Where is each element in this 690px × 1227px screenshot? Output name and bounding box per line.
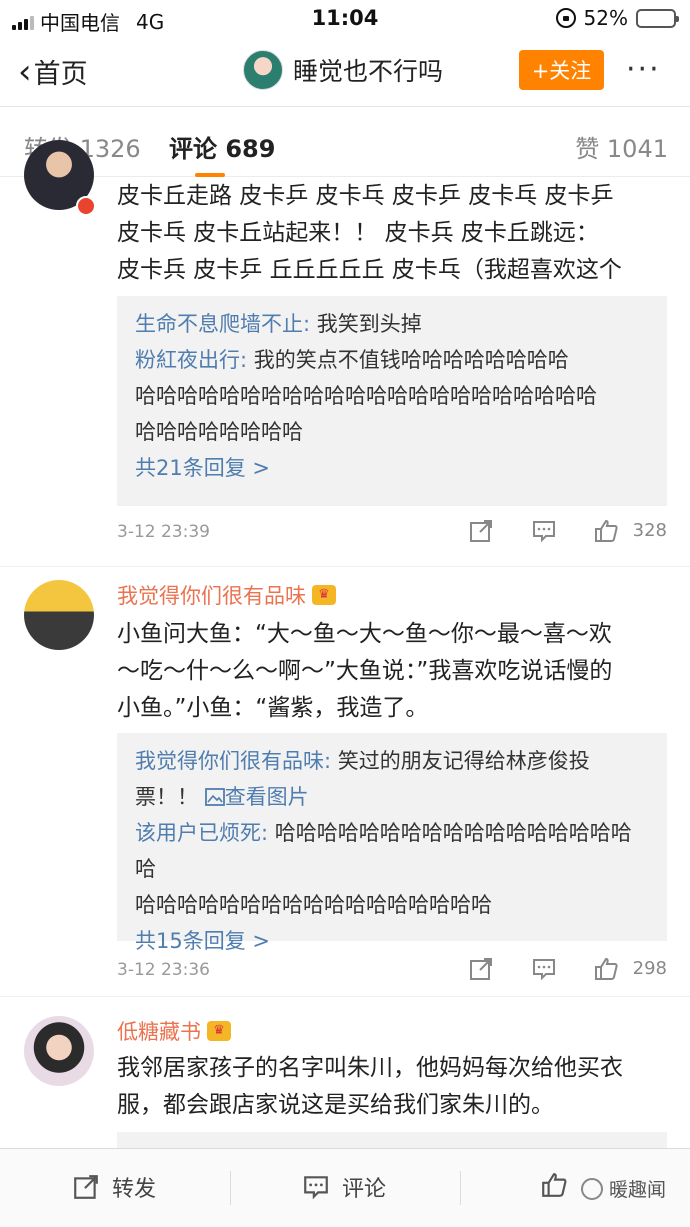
more-replies-link[interactable]: 共21条回复 > xyxy=(135,450,649,486)
verified-badge-icon xyxy=(76,196,96,216)
comment-meta: 3-12 23:39 328 xyxy=(117,518,673,548)
comment-line: 小鱼问大鱼：“大～鱼～大～鱼～你～最～喜～欢 xyxy=(117,621,612,647)
nav-bar: ‹ 首页 睡觉也不行吗 +关注 ··· xyxy=(0,38,690,106)
comment-label: 评论 xyxy=(342,1177,387,1202)
crown-badge-icon: ♛ xyxy=(207,1021,231,1041)
reply-text: 笑过的朋友记得给林彦俊投 xyxy=(337,749,590,773)
username[interactable]: 我觉得你们很有品味 xyxy=(117,580,306,610)
repost-icon[interactable] xyxy=(468,518,494,544)
timestamp: 3-12 23:39 xyxy=(117,522,210,542)
rotation-lock-icon xyxy=(555,8,576,28)
status-right: 52% xyxy=(555,6,679,30)
comment-button[interactable]: 评论 xyxy=(302,1171,386,1203)
battery-icon xyxy=(636,8,679,28)
comment-author[interactable]: 我觉得你们很有品味 ♛ xyxy=(117,580,336,610)
chevron-left-icon: ‹ xyxy=(18,51,32,92)
reply-text: 哈哈哈哈哈哈哈哈 xyxy=(135,420,303,444)
more-button[interactable]: ··· xyxy=(626,52,661,87)
like-button[interactable] xyxy=(540,1171,568,1199)
divider xyxy=(0,566,690,580)
divider xyxy=(460,1171,461,1205)
reply-item: 该用户已烦死: 哈哈哈哈哈哈哈哈哈哈哈哈哈哈哈哈哈哈 xyxy=(135,821,632,881)
like-count: 298 xyxy=(632,958,667,979)
reply-box[interactable]: 生命不息爬墙不止: 我笑到头掉 粉紅夜出行: 我的笑点不值钱哈哈哈哈哈哈哈哈 哈… xyxy=(117,296,667,506)
reply-item: 票！！ 查看图片 xyxy=(135,779,649,815)
reply-text: 我的笑点不值钱哈哈哈哈哈哈哈哈 xyxy=(253,348,569,372)
reply-text: 哈哈哈哈哈哈哈哈哈哈哈哈哈哈哈哈哈 xyxy=(135,893,492,917)
repost-icon[interactable] xyxy=(468,956,494,982)
reply-item: 粉紅夜出行: 我的笑点不值钱哈哈哈哈哈哈哈哈 xyxy=(135,348,569,372)
watermark-label: 暖趣闻 xyxy=(608,1179,666,1201)
thumbs-up-icon[interactable] xyxy=(593,956,619,982)
view-image-label: 查看图片 xyxy=(224,785,309,809)
reply-text: 我笑到头掉 xyxy=(316,312,422,336)
repost-icon xyxy=(74,1175,98,1199)
status-bar: 中国电信 4G 11:04 52% xyxy=(0,0,690,38)
comment-icon[interactable] xyxy=(531,956,557,982)
username[interactable]: 低糖藏书 xyxy=(117,1016,201,1046)
comment-line: 服，都会跟店家说这是买给我们家朱川的。 xyxy=(117,1092,554,1118)
timestamp: 3-12 23:36 xyxy=(117,960,210,980)
back-button[interactable]: ‹ 首页 xyxy=(18,52,88,91)
page-title: 睡觉也不行吗 xyxy=(293,57,444,86)
comment-icon xyxy=(304,1176,328,1200)
reply-item: 我觉得你们很有品味: 笑过的朋友记得给林彦俊投 xyxy=(135,749,590,773)
reply-box[interactable]: 我觉得你们很有品味: 笑过的朋友记得给林彦俊投 票！！ 查看图片 该用户已烦死:… xyxy=(117,733,667,953)
like-count: 328 xyxy=(632,520,667,541)
tab-like[interactable]: 赞 1041 xyxy=(575,129,668,164)
avatar[interactable] xyxy=(24,580,94,650)
back-label: 首页 xyxy=(33,59,88,90)
reply-item: 生命不息爬墙不止: 我笑到头掉 xyxy=(135,312,422,336)
divider xyxy=(0,996,690,1010)
comment-line: 小鱼。”小鱼：“酱紫，我造了。 xyxy=(117,695,429,721)
thumbs-up-icon xyxy=(542,1173,567,1197)
avatar xyxy=(243,50,283,90)
watermark: 暖趣闻 xyxy=(580,1175,666,1202)
battery-percent: 52% xyxy=(583,6,628,30)
comment-line: 皮卡丘走路 皮卡乒 皮卡乓 皮卡乒 皮卡乓 皮卡乒 xyxy=(117,183,614,209)
comment-text: 我邻居家孩子的名字叫朱川，他妈妈每次给他买衣 服，都会跟店家说这是买给我们家朱川… xyxy=(117,1050,673,1124)
nav-user[interactable]: 睡觉也不行吗 xyxy=(243,50,443,90)
repost-button[interactable]: 转发 xyxy=(72,1171,156,1203)
follow-button[interactable]: +关注 xyxy=(519,50,604,90)
reply-text: 票！！ xyxy=(135,785,198,809)
view-image-link[interactable]: 查看图片 xyxy=(204,785,309,809)
comment-text: 皮卡丘走路 皮卡乒 皮卡乓 皮卡乒 皮卡乓 皮卡乒 皮卡乓 皮卡丘站起来！！ 皮… xyxy=(117,178,673,289)
tab-bar: 转发 1326 评论 689 赞 1041 xyxy=(0,107,690,177)
repost-label: 转发 xyxy=(112,1177,157,1202)
comment-line: 皮卡乓 皮卡丘站起来！！ 皮卡兵 皮卡丘跳远： xyxy=(117,220,599,246)
divider xyxy=(230,1171,231,1205)
avatar[interactable] xyxy=(24,1016,94,1086)
reply-author[interactable]: 生命不息爬墙不止 xyxy=(135,312,303,336)
reply-text: 哈哈哈哈哈哈哈哈哈哈哈哈哈哈哈哈哈哈哈哈哈哈 xyxy=(135,384,597,408)
comment-meta: 3-12 23:36 298 xyxy=(117,956,673,986)
comment-line: 我邻居家孩子的名字叫朱川，他妈妈每次给他买衣 xyxy=(117,1055,623,1081)
reply-author[interactable]: 我觉得你们很有品味 xyxy=(135,749,324,773)
comment-text: 小鱼问大鱼：“大～鱼～大～鱼～你～最～喜～欢 ～吃～什～么～啊～”大鱼说：”我喜… xyxy=(117,616,673,727)
crown-badge-icon: ♛ xyxy=(312,585,336,605)
comment-line: 皮卡兵 皮卡乒 丘丘丘丘丘 皮卡乓（我超喜欢这个 xyxy=(117,257,622,283)
image-icon xyxy=(204,788,225,806)
active-tab-indicator xyxy=(195,173,225,177)
comment-author[interactable]: 低糖藏书 ♛ xyxy=(117,1016,231,1046)
reply-author[interactable]: 该用户已烦死 xyxy=(135,821,261,845)
comment-icon[interactable] xyxy=(531,518,557,544)
wechat-logo-icon xyxy=(580,1177,603,1200)
reply-author[interactable]: 粉紅夜出行 xyxy=(135,348,240,372)
tab-comment[interactable]: 评论 689 xyxy=(169,129,275,164)
more-replies-link[interactable]: 共15条回复 > xyxy=(135,923,649,959)
comment-line: ～吃～什～么～啊～”大鱼说：”我喜欢吃说话慢的 xyxy=(117,658,613,684)
thumbs-up-icon[interactable] xyxy=(593,518,619,544)
bottom-toolbar: 转发 评论 暖趣闻 xyxy=(0,1148,690,1227)
reply-box[interactable] xyxy=(117,1132,667,1148)
